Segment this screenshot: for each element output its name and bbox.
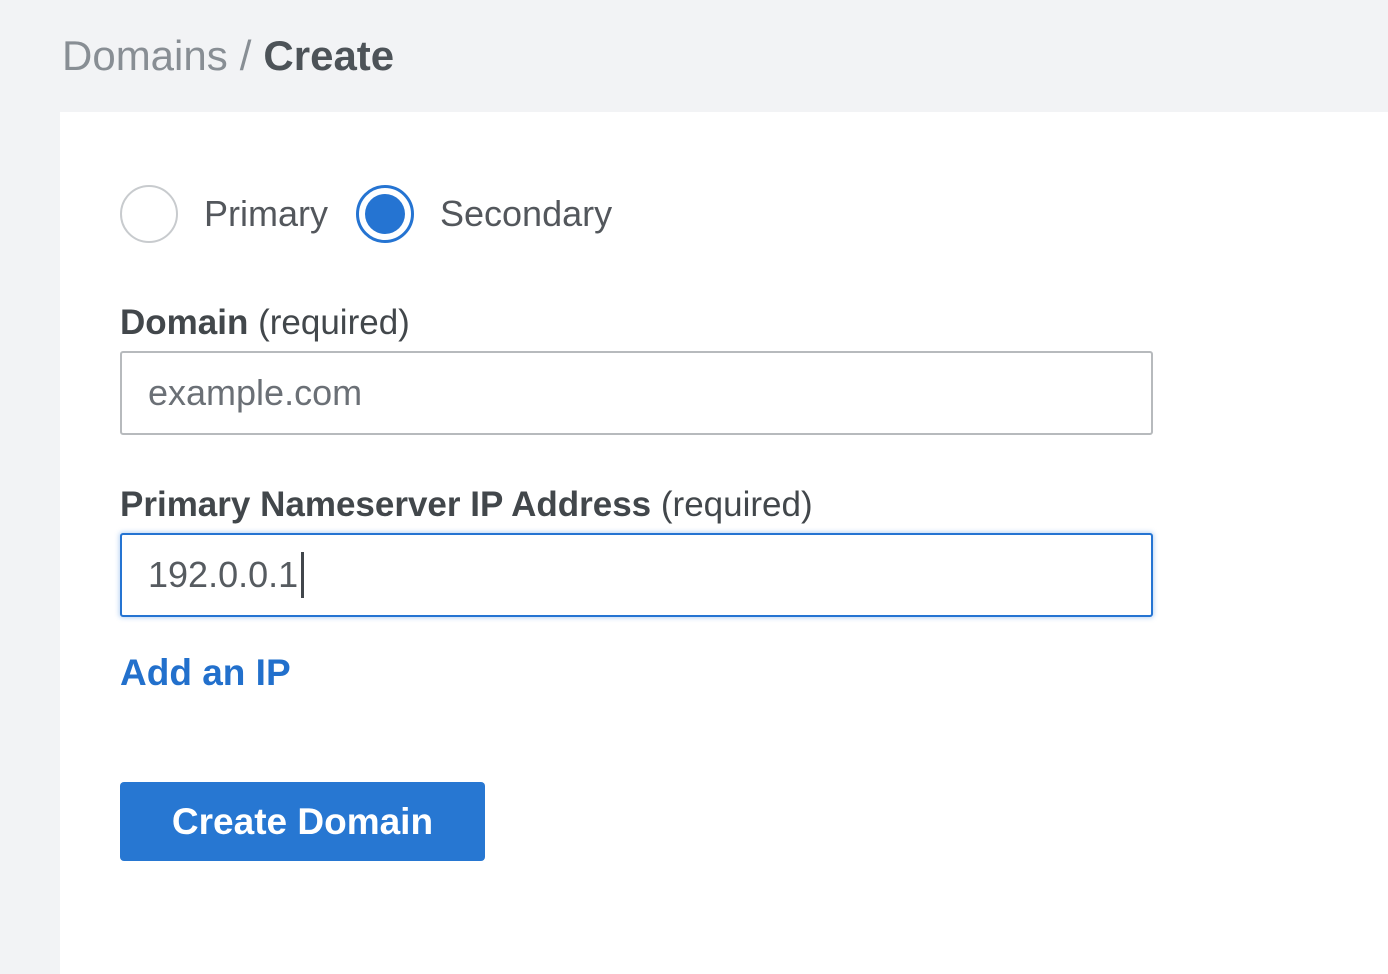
ip-label-text: Primary Nameserver IP Address	[120, 485, 651, 524]
radio-button-secondary	[356, 185, 414, 243]
domain-type-radio-group: Primary Secondary	[120, 185, 1388, 243]
breadcrumb: Domains / Create	[62, 32, 394, 80]
breadcrumb-domains-link[interactable]: Domains	[62, 32, 228, 80]
domain-field-label: Domain (required)	[120, 301, 1388, 345]
ip-input-value: 192.0.0.1	[148, 554, 298, 596]
add-ip-link[interactable]: Add an IP	[120, 652, 291, 694]
radio-label-primary: Primary	[204, 193, 328, 235]
domain-required-hint: (required)	[258, 303, 410, 342]
domain-label-text: Domain	[120, 303, 248, 342]
create-domain-panel: Primary Secondary Domain (required) exam…	[60, 112, 1388, 974]
radio-option-primary[interactable]: Primary	[120, 185, 328, 243]
domain-field-group: Domain (required) example.com	[120, 301, 1388, 435]
ip-field-label: Primary Nameserver IP Address (required)	[120, 483, 1388, 527]
radio-label-secondary: Secondary	[440, 193, 612, 235]
ip-field-group: Primary Nameserver IP Address (required)…	[120, 483, 1388, 617]
domain-input[interactable]: example.com	[120, 351, 1153, 435]
breadcrumb-separator: /	[240, 32, 252, 80]
create-domain-button[interactable]: Create Domain	[120, 782, 485, 861]
breadcrumb-current-page: Create	[263, 32, 394, 80]
ip-input[interactable]: 192.0.0.1	[120, 533, 1153, 617]
domain-input-placeholder: example.com	[148, 372, 362, 414]
ip-required-hint: (required)	[661, 485, 813, 524]
radio-button-primary	[120, 185, 178, 243]
breadcrumb-bar: Domains / Create	[0, 0, 1388, 112]
radio-option-secondary[interactable]: Secondary	[356, 185, 612, 243]
text-caret	[301, 552, 304, 598]
radio-selected-dot	[365, 194, 405, 234]
